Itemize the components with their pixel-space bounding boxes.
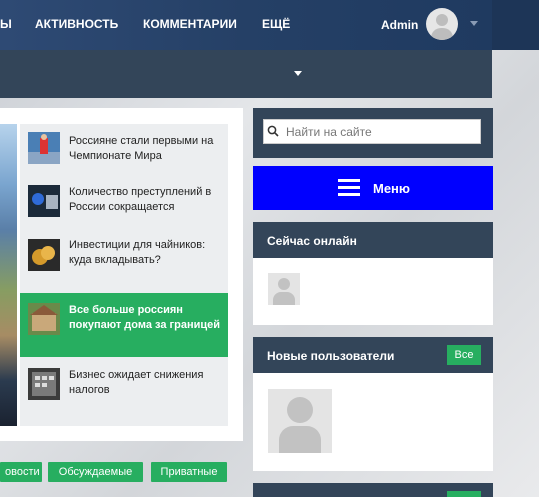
search-input[interactable] <box>263 119 481 144</box>
news-title: Бизнес ожидает снижения налогов <box>69 369 204 396</box>
avatar-head-shape <box>436 14 448 26</box>
news-thumbnail-calculator <box>28 368 60 400</box>
new-users-widget-title: Новые пользователи <box>267 349 395 363</box>
featured-slider-image[interactable] <box>0 124 17 426</box>
news-thumbnail-police <box>28 185 60 217</box>
main-nav <box>0 50 492 98</box>
nav-item-activity[interactable]: АКТИВНОСТЬ <box>35 17 118 31</box>
avatar-body-shape <box>431 28 453 40</box>
next-widget-button[interactable] <box>447 491 481 497</box>
hamburger-icon <box>338 179 360 197</box>
news-item[interactable]: Бизнес ожидает снижения налогов <box>20 358 228 422</box>
news-thumbnail-coins <box>28 239 60 271</box>
online-widget-title: Сейчас онлайн <box>267 234 357 248</box>
search-icon <box>267 125 279 137</box>
news-item-active[interactable]: Все больше россиян покупают дома за гран… <box>20 293 228 357</box>
news-list: Россияне стали первыми на Чемпионате Мир… <box>20 124 228 426</box>
nav-item-more[interactable]: ЕЩЁ <box>262 17 290 31</box>
all-users-button[interactable]: Все <box>447 345 481 365</box>
nav-item-comments[interactable]: КОММЕНТАРИИ <box>143 17 237 31</box>
menu-label: Меню <box>373 181 411 196</box>
nav-more-chevron-icon <box>294 71 302 76</box>
news-thumbnail-house <box>28 303 60 335</box>
news-title: Россияне стали первыми на Чемпионате Мир… <box>69 135 214 162</box>
news-item[interactable]: Инвестиции для чайников: куда вкладывать… <box>20 230 228 294</box>
news-title: Все больше россиян покупают дома за гран… <box>69 304 220 331</box>
new-user-avatar[interactable] <box>268 389 332 453</box>
chevron-down-icon[interactable] <box>470 21 478 26</box>
online-widget-header: Сейчас онлайн <box>253 222 493 258</box>
nav-item-partial[interactable]: Ы <box>0 17 12 31</box>
news-thumbnail-runner <box>28 132 60 164</box>
news-title: Количество преступлений в России сокраща… <box>69 186 212 213</box>
online-user-avatar[interactable] <box>268 273 300 305</box>
user-avatar[interactable] <box>426 8 458 40</box>
tag-discussed-button[interactable]: Обсуждаемые <box>48 462 143 482</box>
tag-private-button[interactable]: Приватные <box>151 462 227 482</box>
top-bar-edge <box>492 0 539 50</box>
news-title: Инвестиции для чайников: куда вкладывать… <box>69 239 206 266</box>
tag-news-button[interactable]: овости <box>0 462 42 482</box>
username[interactable]: Admin <box>381 18 418 32</box>
